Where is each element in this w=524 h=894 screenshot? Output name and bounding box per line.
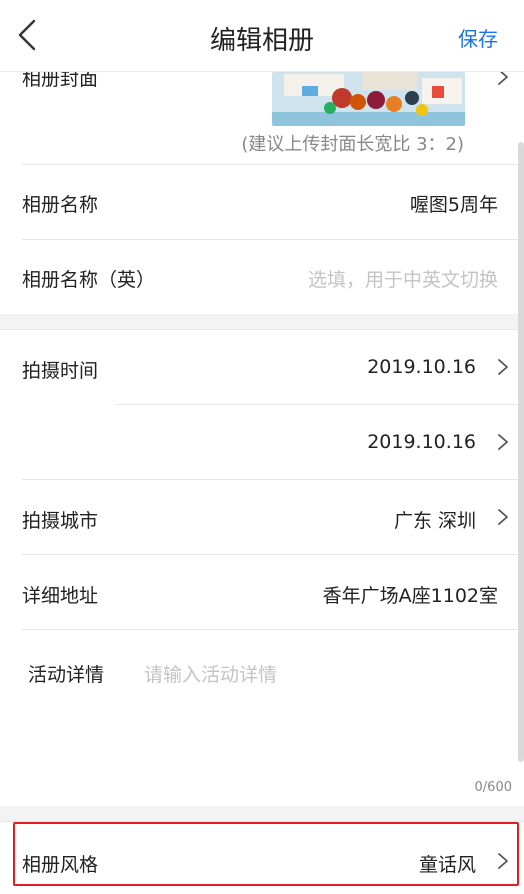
album-name-en-label: 相册名称（英） — [22, 269, 156, 291]
activity-label: 活动详情 — [28, 664, 105, 686]
chevron-right-icon — [498, 434, 508, 450]
album-name-en-input[interactable]: 选填，用于中英文切换 — [308, 265, 498, 292]
address-input[interactable]: 香年广场A座1102室 — [323, 581, 498, 608]
nav-bar: 编辑相册 保存 — [0, 0, 524, 72]
album-name-input[interactable]: 喔图5周年 — [410, 190, 498, 217]
shoot-time-row[interactable]: 拍摄时间 2019.10.16 — [0, 330, 524, 404]
address-row[interactable]: 详细地址 香年广场A座1102室 — [0, 555, 524, 629]
page-title: 编辑相册 — [209, 26, 314, 56]
cover-row[interactable]: 相册封面 (建议上传封面长宽比 3：2) — [0, 72, 524, 164]
shoot-time-label: 拍摄时间 — [22, 360, 99, 382]
shoot-time-end-row[interactable]: 2019.10.16 — [0, 405, 524, 479]
cover-hint: (建议上传封面长宽比 3：2) — [241, 134, 464, 155]
shoot-time-start[interactable]: 2019.10.16 — [367, 356, 476, 378]
section-gap — [0, 806, 524, 822]
album-name-en-row[interactable]: 相册名称（英） 选填，用于中英文切换 — [0, 240, 524, 314]
form-content: 相册封面 (建议上传封面长宽比 3：2) 相册名称 喔图5周年 相册名称（英） … — [0, 72, 524, 894]
chevron-right-icon — [498, 509, 508, 525]
shoot-city-row[interactable]: 拍摄城市 广东 深圳 — [0, 480, 524, 554]
album-name-row[interactable]: 相册名称 喔图5周年 — [0, 165, 524, 239]
activity-row[interactable]: 活动详情 请输入活动详情 0/600 — [0, 630, 524, 806]
save-button[interactable]: 保存 — [458, 23, 498, 52]
char-counter: 0/600 — [474, 780, 512, 795]
album-style-highlight — [13, 822, 519, 886]
address-label: 详细地址 — [22, 585, 99, 607]
shoot-city-label: 拍摄城市 — [22, 510, 99, 532]
section-gap — [0, 314, 524, 330]
shoot-time-end[interactable]: 2019.10.16 — [367, 431, 476, 453]
cover-image[interactable] — [272, 72, 465, 126]
shoot-city-value[interactable]: 广东 深圳 — [394, 506, 476, 533]
activity-textarea[interactable]: 请输入活动详情 — [144, 660, 277, 687]
scrollbar[interactable] — [518, 142, 524, 762]
chevron-right-icon — [498, 72, 508, 85]
chevron-right-icon — [498, 359, 508, 375]
album-name-label: 相册名称 — [22, 194, 99, 216]
cover-label: 相册封面 — [22, 72, 99, 90]
